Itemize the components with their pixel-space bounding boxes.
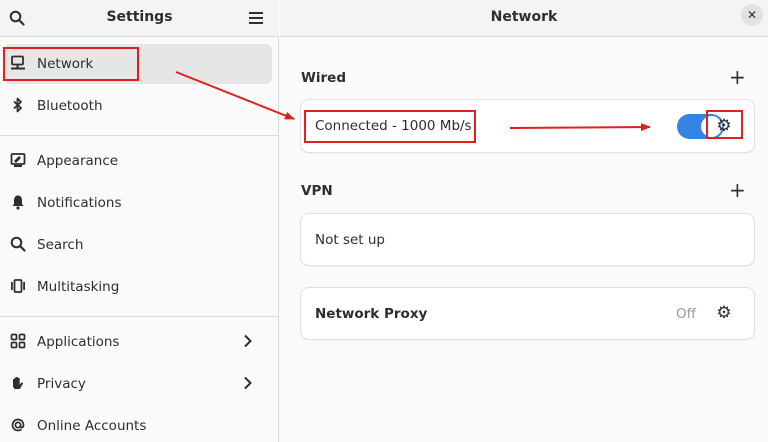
plus-icon: + xyxy=(729,65,746,89)
close-icon: ✕ xyxy=(746,8,758,22)
annotation-box-wired-status xyxy=(304,110,476,143)
bluetooth-icon xyxy=(10,97,26,113)
sidebar-item-bluetooth[interactable]: Bluetooth xyxy=(0,86,279,126)
network-proxy-label: Network Proxy xyxy=(315,306,428,322)
chevron-right-icon xyxy=(243,376,253,394)
sidebar-item-search[interactable]: Search xyxy=(0,225,279,265)
sidebar-item-label: Online Accounts xyxy=(37,418,147,434)
sidebar-title: Settings xyxy=(106,9,173,25)
menu-button[interactable] xyxy=(244,6,268,30)
page-title: Network xyxy=(490,9,558,25)
sidebar-item-label: Appearance xyxy=(37,153,119,169)
plus-icon: + xyxy=(729,178,746,202)
annotation-box-gear xyxy=(706,110,743,139)
proxy-settings-button[interactable]: ⚙ xyxy=(715,304,733,322)
bell-icon xyxy=(10,194,26,210)
add-vpn-button[interactable]: + xyxy=(729,180,746,200)
network-proxy-card[interactable]: Network Proxy Off ⚙ xyxy=(301,288,754,339)
chevron-right-icon xyxy=(243,334,253,352)
sidebar-divider xyxy=(0,135,279,136)
sidebar-header: Settings xyxy=(0,0,279,37)
apps-grid-icon xyxy=(10,333,26,349)
sidebar-item-label: Notifications xyxy=(37,195,122,211)
hand-icon xyxy=(10,375,26,391)
search-icon xyxy=(10,236,26,252)
vpn-card: Not set up xyxy=(301,214,754,265)
main-panel: Network ✕ Wired + Connected - 1000 Mb/s … xyxy=(280,0,768,442)
wired-section-title: Wired xyxy=(301,70,346,86)
sidebar-item-appearance[interactable]: Appearance xyxy=(0,141,279,181)
sidebar-item-online-accounts[interactable]: Online Accounts xyxy=(0,406,279,442)
hamburger-menu-icon xyxy=(249,12,263,24)
add-wired-button[interactable]: + xyxy=(729,67,746,87)
sidebar-item-label: Bluetooth xyxy=(37,98,103,114)
appearance-icon xyxy=(10,152,26,168)
sidebar-item-privacy[interactable]: Privacy xyxy=(0,364,279,404)
vpn-status: Not set up xyxy=(315,232,385,248)
sidebar-item-label: Privacy xyxy=(37,376,86,392)
gear-icon: ⚙ xyxy=(716,302,732,323)
network-proxy-status: Off xyxy=(676,306,696,322)
vpn-section-title: VPN xyxy=(301,183,333,199)
multitasking-icon xyxy=(10,278,26,294)
sidebar-divider xyxy=(0,316,279,317)
sidebar-item-label: Multitasking xyxy=(37,279,120,295)
sidebar-item-label: Applications xyxy=(37,334,120,350)
sidebar-item-label: Search xyxy=(37,237,84,253)
close-button[interactable]: ✕ xyxy=(741,4,763,26)
main-header: Network ✕ xyxy=(280,0,768,37)
annotation-box-network xyxy=(3,47,139,81)
sidebar-item-applications[interactable]: Applications xyxy=(0,322,279,362)
at-sign-icon xyxy=(10,417,26,433)
sidebar-item-notifications[interactable]: Notifications xyxy=(0,183,279,223)
sidebar-item-multitasking[interactable]: Multitasking xyxy=(0,267,279,307)
